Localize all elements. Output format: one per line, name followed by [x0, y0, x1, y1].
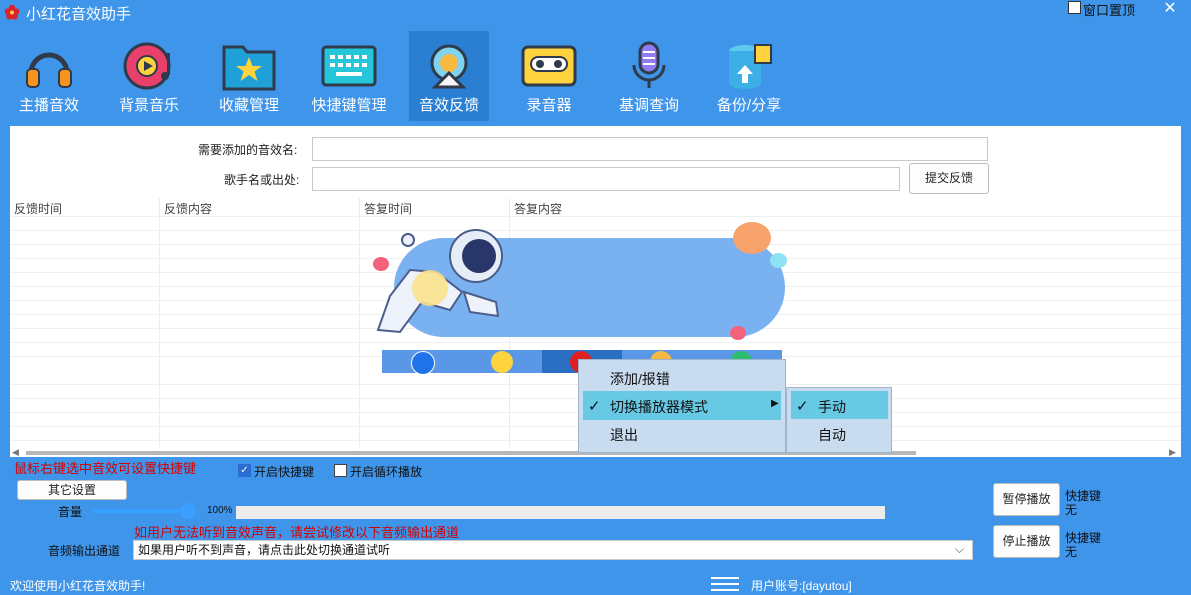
column-header-reply-content[interactable]: 答复内容: [514, 200, 562, 217]
other-settings-button[interactable]: 其它设置: [17, 480, 127, 500]
submenu-item-auto[interactable]: 自动: [818, 425, 846, 445]
tab-sound-feedback[interactable]: 音效反馈: [409, 31, 489, 121]
headphones-icon: [26, 52, 72, 88]
pause-hotkey-value: 无: [1065, 503, 1078, 517]
kugou-icon: [411, 351, 435, 375]
backup-icon: [729, 44, 772, 89]
tab-label: 备份/分享: [716, 97, 782, 114]
grid-line: [10, 230, 1181, 231]
app-title: 小红花音效助手: [26, 6, 132, 23]
star-folder-icon: [222, 45, 276, 91]
title-bar: [0, 0, 1191, 26]
hotkey-tip: 鼠标右键选中音效可设置快捷键: [14, 461, 197, 476]
status-user-account: 用户账号:[dayutou]: [751, 579, 852, 593]
decor-bubble: [770, 253, 787, 268]
column-header-reply-time[interactable]: 答复时间: [364, 200, 412, 217]
pin-window-label[interactable]: 窗口置顶: [1083, 0, 1135, 19]
close-button[interactable]: ✕: [1150, 0, 1190, 20]
enable-hotkey-label[interactable]: 开启快捷键: [254, 463, 314, 480]
tab-label: 收藏管理: [218, 97, 279, 114]
column-divider: [359, 198, 360, 453]
tab-anchor-sounds[interactable]: 主播音效: [9, 31, 89, 121]
decor-bubble: [733, 222, 771, 254]
sound-name-label: 需要添加的音效名:: [198, 143, 298, 157]
tab-label: 录音器: [526, 97, 572, 114]
tab-label: 主播音效: [18, 97, 79, 114]
microphone-icon: [632, 41, 666, 88]
tab-label: 音效反馈: [418, 97, 479, 114]
table-header-divider: [10, 216, 1181, 217]
grid-line: [10, 342, 1181, 343]
stop-play-button[interactable]: 停止播放: [993, 525, 1060, 558]
stop-hotkey-value: 无: [1065, 545, 1078, 559]
submenu-item-manual[interactable]: 手动: [818, 397, 846, 417]
flower-logo-icon: [4, 4, 20, 20]
tab-favorites[interactable]: 收藏管理: [209, 31, 289, 121]
source-input[interactable]: [312, 167, 900, 191]
column-divider: [159, 198, 160, 453]
submit-feedback-button[interactable]: 提交反馈: [909, 163, 989, 194]
volume-level-bar: [236, 506, 885, 519]
tab-label: 背景音乐: [118, 97, 179, 114]
loop-checkbox[interactable]: [334, 464, 347, 477]
chevron-down-icon[interactable]: ⌵: [955, 542, 964, 557]
tab-label: 基调查询: [618, 97, 679, 114]
enable-hotkey-checkbox[interactable]: ✓: [238, 464, 251, 477]
status-welcome: 欢迎使用小红花音效助手!: [10, 579, 146, 593]
pause-play-button[interactable]: 暂停播放: [993, 483, 1060, 516]
scroll-left-icon[interactable]: ◀: [12, 447, 19, 458]
source-label: 歌手名或出处:: [224, 173, 300, 187]
decor-bubble: [730, 326, 746, 340]
menu-item-switch-player-mode[interactable]: 切换播放器模式: [610, 397, 708, 417]
volume-value: 100%: [207, 505, 233, 516]
music-disc-icon: [123, 42, 171, 90]
sound-name-input[interactable]: [312, 137, 988, 161]
loop-label[interactable]: 开启循环播放: [350, 463, 422, 480]
qqmusic-icon: [491, 351, 513, 373]
pin-window-checkbox[interactable]: [1068, 1, 1081, 14]
check-icon: ✓: [796, 398, 809, 415]
output-channel-tip: 如用户无法听到音效声音，请尝试修改以下音频输出通道: [134, 525, 460, 540]
output-channel-select[interactable]: 如果用户听不到声音，请点击此处切换通道试听: [133, 540, 973, 560]
scroll-right-icon[interactable]: ▶: [1169, 447, 1176, 458]
menu-item-exit[interactable]: 退出: [610, 425, 638, 445]
tab-backup-share[interactable]: 备份/分享: [709, 31, 789, 121]
tab-key-query[interactable]: 基调查询: [609, 31, 689, 121]
tab-recorder[interactable]: 录音器: [509, 31, 589, 121]
column-header-feedback-time[interactable]: 反馈时间: [14, 200, 62, 217]
tab-hotkey-manager[interactable]: 快捷键管理: [309, 31, 389, 121]
menu-icon[interactable]: [711, 575, 739, 593]
tab-background-music[interactable]: 背景音乐: [109, 31, 189, 121]
feedback-icon: [430, 44, 468, 89]
cassette-icon: [521, 45, 577, 87]
check-icon: ✓: [588, 398, 601, 415]
volume-slider-handle[interactable]: [180, 503, 196, 519]
submenu-arrow-icon: ▶: [771, 398, 779, 409]
volume-label: 音量: [58, 505, 83, 519]
tab-label: 快捷键管理: [311, 97, 387, 114]
output-channel-label: 音频输出通道: [48, 544, 121, 558]
menu-item-add-report[interactable]: 添加/报错: [610, 369, 670, 389]
volume-slider-track[interactable]: [92, 509, 187, 513]
column-header-feedback-content[interactable]: 反馈内容: [164, 200, 212, 217]
keyboard-icon: [321, 45, 377, 87]
astronaut-illustration: [376, 229, 503, 334]
